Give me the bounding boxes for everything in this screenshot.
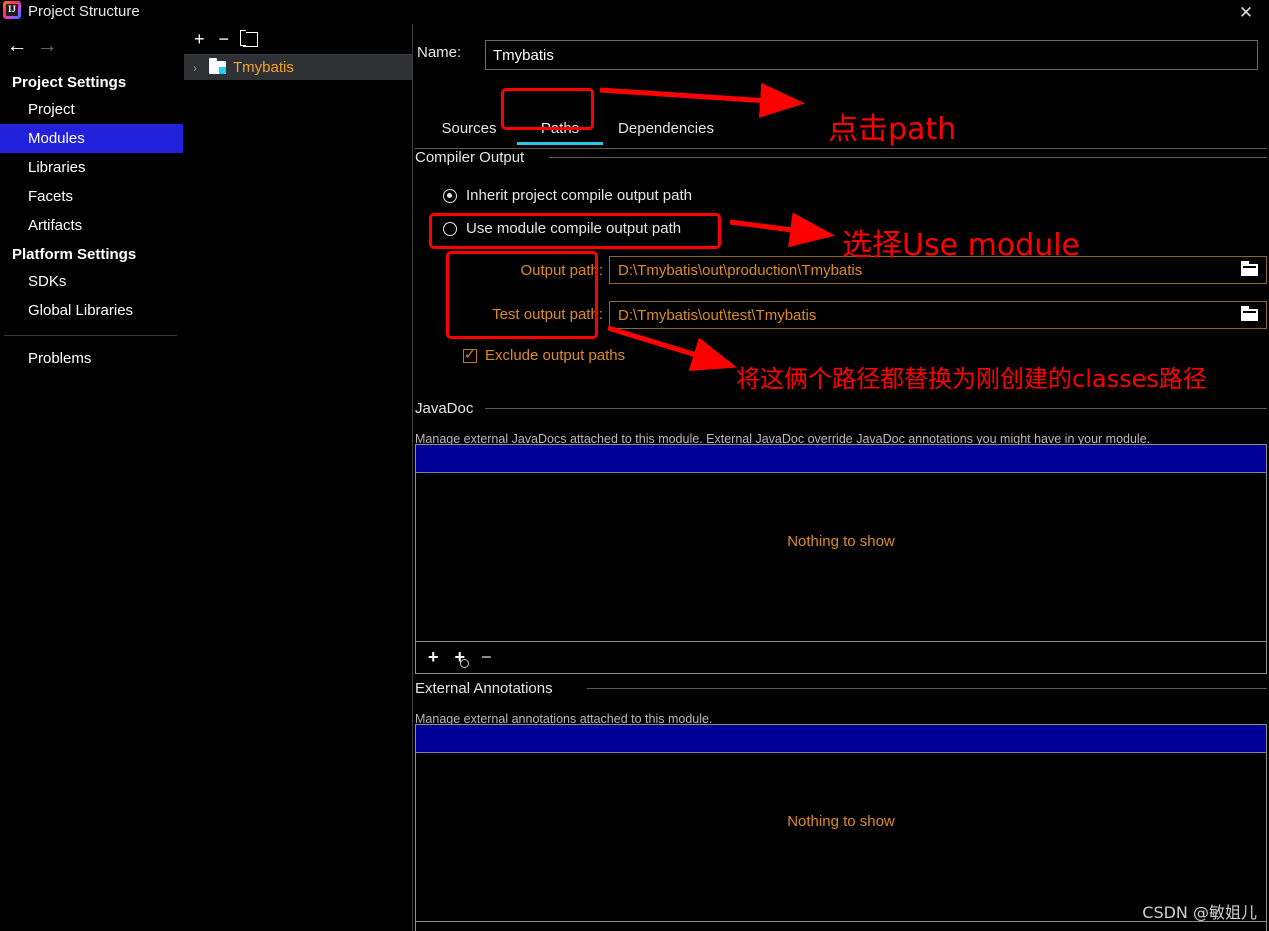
tab-dependencies[interactable]: Dependencies (601, 114, 731, 147)
close-icon[interactable]: ✕ (1223, 0, 1269, 26)
annotation-text-click-path: 点击path (828, 112, 957, 147)
copy-module-icon[interactable] (240, 29, 259, 47)
output-path-label: Output path: (520, 262, 603, 279)
radio-inherit-project-output[interactable]: Inherit project compile output path (443, 187, 692, 204)
external-annotations-add-icon[interactable]: + (428, 927, 439, 931)
external-annotations-remove-icon[interactable]: − (455, 927, 466, 931)
radio-use-module-output[interactable]: Use module compile output path (443, 220, 681, 237)
sidebar-item-modules[interactable]: Modules (0, 124, 183, 153)
module-list-pane: + − › Tmybatis (184, 24, 412, 931)
group-javadoc: JavaDoc (415, 400, 1267, 424)
radio-indicator-inherit (443, 188, 457, 203)
test-output-path-value: D:\Tmybatis\out\test\Tmybatis (618, 306, 817, 324)
radio-indicator-use-module (443, 221, 457, 236)
javadoc-remove-icon[interactable]: − (481, 647, 492, 668)
group-title-external-annotations: External Annotations (415, 680, 560, 697)
sidebar-item-libraries[interactable]: Libraries (0, 153, 183, 182)
module-folder-icon (209, 58, 226, 74)
group-title-compiler-output: Compiler Output (415, 149, 532, 166)
sidebar-item-facets[interactable]: Facets (0, 182, 183, 211)
external-annotations-toolbar: + − (415, 922, 1267, 931)
folder-browse-icon (1240, 261, 1258, 276)
group-line-javadoc (485, 408, 1267, 409)
module-settings-panel: Name: Sources Paths Dependencies Compile… (413, 24, 1269, 931)
checkbox-label-exclude: Exclude output paths (485, 347, 626, 364)
radio-label-inherit: Inherit project compile output path (466, 187, 692, 204)
radio-label-use-module: Use module compile output path (466, 220, 682, 237)
javadoc-list-selected-row[interactable] (416, 445, 1266, 472)
chevron-right-icon[interactable]: › (193, 61, 209, 75)
folder-browse-icon (1240, 306, 1258, 321)
sidebar-item-project[interactable]: Project (0, 95, 183, 124)
tab-selected-indicator (517, 142, 603, 145)
module-toolbar: + − (184, 24, 412, 54)
sidebar-item-problems[interactable]: Problems (0, 344, 183, 373)
name-input[interactable] (485, 40, 1258, 70)
forward-arrow-icon[interactable]: → (32, 32, 62, 60)
module-name-row: Name: (415, 40, 1267, 70)
javadoc-list-toolbar: + + − (415, 642, 1267, 674)
checkbox-indicator-exclude (463, 346, 477, 363)
window-title: Project Structure (28, 3, 140, 20)
annotation-text-replace-paths: 将这俩个路径都替换为刚创建的classes路径 (736, 365, 1207, 393)
tab-sources[interactable]: Sources (431, 114, 507, 147)
javadoc-add-url-icon[interactable]: + (455, 647, 469, 668)
annotation-text-select-use-module: 选择Use module (842, 228, 1081, 263)
module-tree-item-tmybatis[interactable]: › Tmybatis (184, 55, 412, 80)
remove-module-icon[interactable]: − (219, 30, 230, 48)
test-output-path-field[interactable]: D:\Tmybatis\out\test\Tmybatis (609, 301, 1267, 329)
module-name-label: Tmybatis (233, 59, 294, 76)
group-line-external-annotations (587, 688, 1267, 689)
javadoc-add-icon[interactable]: + (428, 647, 439, 668)
sidebar-item-sdks[interactable]: SDKs (0, 267, 183, 296)
javadoc-list[interactable]: Nothing to show (415, 444, 1267, 642)
external-annotations-selected-row[interactable] (416, 725, 1266, 752)
external-annotations-list[interactable]: Nothing to show (415, 724, 1267, 922)
sidebar-group-platform-settings: Platform Settings (12, 246, 137, 263)
javadoc-empty-text: Nothing to show (787, 533, 895, 550)
title-bar: IJ Project Structure ✕ (0, 0, 1269, 24)
project-structure-dialog: IJ Project Structure ✕ ← → Project Setti… (0, 0, 1269, 931)
csdn-watermark: CSDN @敏姐儿 (1142, 903, 1257, 922)
navigation-arrows: ← → (0, 32, 183, 60)
output-path-value: D:\Tmybatis\out\production\Tmybatis (618, 261, 863, 279)
back-arrow-icon[interactable]: ← (2, 32, 32, 60)
sidebar-item-global-libraries[interactable]: Global Libraries (0, 296, 183, 325)
sidebar-divider (4, 335, 177, 336)
group-compiler-output: Compiler Output (415, 149, 1267, 173)
add-module-icon[interactable]: + (194, 30, 205, 48)
test-output-path-label: Test output path: (492, 306, 603, 323)
sidebar-group-project-settings: Project Settings (12, 74, 127, 91)
output-path-browse-button[interactable] (1232, 257, 1266, 283)
javadoc-list-row-divider (416, 472, 1266, 473)
intellij-idea-logo-glyph: IJ (7, 4, 16, 14)
sidebar-item-artifacts[interactable]: Artifacts (0, 211, 183, 240)
tabs-separator (415, 148, 1267, 149)
group-title-javadoc: JavaDoc (415, 400, 481, 417)
external-annotations-row-divider (416, 752, 1266, 753)
settings-sidebar: ← → Project Settings Project Modules Lib… (0, 24, 183, 931)
group-line-compiler-output (549, 157, 1267, 158)
external-annotations-empty-text: Nothing to show (787, 813, 895, 830)
group-external-annotations: External Annotations (415, 680, 1267, 704)
name-label: Name: (417, 44, 462, 61)
checkbox-exclude-output-paths[interactable]: Exclude output paths (463, 346, 626, 364)
test-output-path-browse-button[interactable] (1232, 302, 1266, 328)
